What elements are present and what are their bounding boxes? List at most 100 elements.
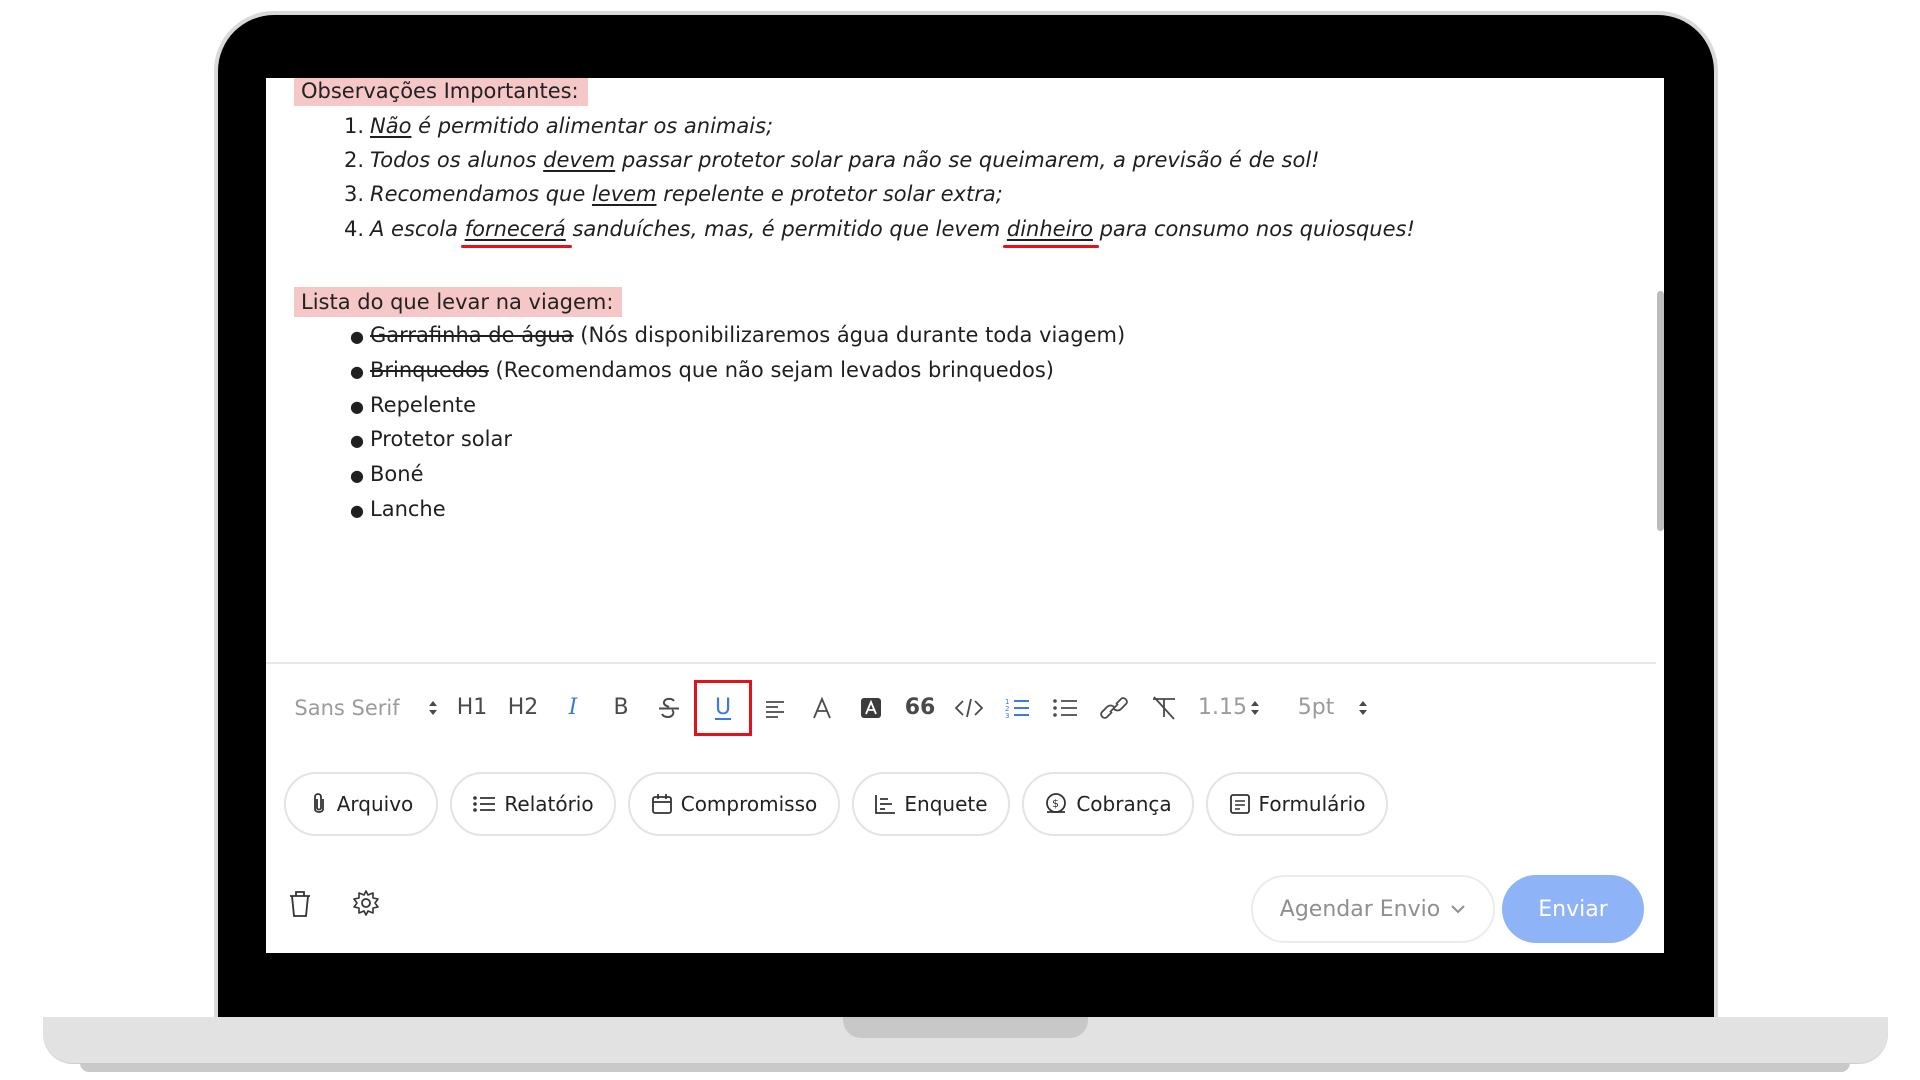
italic-button[interactable]: I [558, 685, 588, 731]
line-height-value: 1.15 [1198, 695, 1247, 720]
send-button[interactable]: Enviar [1502, 875, 1644, 943]
chip-label: Cobrança [1076, 792, 1172, 816]
list-number: 1. [343, 114, 364, 138]
text-color-button[interactable] [808, 685, 836, 731]
strikethrough-button[interactable] [654, 685, 684, 731]
clear-format-icon [1153, 696, 1175, 720]
schedule-send-button[interactable]: Agendar Envio [1251, 875, 1495, 943]
section-title-observacoes: Observações Importantes: [294, 78, 588, 106]
code-button[interactable] [952, 685, 986, 731]
heading-2-button[interactable]: H2 [504, 685, 542, 731]
settings-button[interactable] [352, 889, 382, 919]
ordered-list-icon: 123 [1005, 698, 1029, 720]
line-height-select[interactable]: 1.15 [1198, 685, 1247, 731]
list-item: 3. Recomendamos que levem repelente e pro… [336, 179, 1003, 209]
scrollbar[interactable] [1657, 291, 1664, 531]
bullet-icon: ● [350, 397, 364, 416]
spellcheck-word-dinheiro[interactable]: dinheiro [1007, 217, 1093, 241]
charge-button[interactable]: $ Cobrança [1022, 772, 1194, 836]
font-size-stepper[interactable] [1356, 685, 1370, 731]
list-text: Protetor solar [370, 427, 512, 451]
underlined-text: devem [543, 148, 616, 172]
align-button[interactable] [762, 685, 788, 731]
font-family-select[interactable]: Sans Serif [292, 685, 402, 731]
divider [266, 662, 1656, 664]
poll-button[interactable]: Enquete [852, 772, 1010, 836]
form-icon [1229, 794, 1250, 814]
list-number: 2. [343, 148, 364, 172]
calendar-icon [651, 794, 672, 814]
list-item: 1. Não é permitido alimentar os animais; [336, 111, 773, 141]
clear-format-button[interactable] [1146, 685, 1182, 731]
bullet-icon: ● [350, 501, 364, 520]
link-button[interactable] [1096, 685, 1132, 731]
svg-text:$: $ [1052, 797, 1059, 810]
code-icon [954, 698, 984, 718]
list-text: Lanche [370, 497, 446, 521]
document-content[interactable]: Observações Importantes: 1. Não é permiti… [266, 78, 1656, 662]
bullet-icon: ● [350, 466, 364, 485]
updown-icon [429, 701, 437, 715]
bullet-list-icon [1053, 699, 1077, 717]
gear-icon [353, 890, 379, 916]
schedule-label: Agendar Envio [1279, 896, 1441, 922]
quote-button[interactable]: 66 [902, 685, 938, 731]
chip-label: Relatório [504, 792, 594, 816]
list-text: sanduíches, mas, é permitido que levem [565, 217, 1007, 241]
background-color-icon [861, 698, 881, 718]
strikethrough-text: Garrafinha de água [370, 323, 574, 347]
svg-text:3: 3 [1005, 712, 1009, 720]
list-item: ● Garrafinha de água (Nós disponibilizare… [336, 320, 1125, 350]
editor-screen: Observações Importantes: 1. Não é permiti… [266, 78, 1664, 953]
font-size-select[interactable]: 5pt [1296, 685, 1336, 731]
heading-1-button[interactable]: H1 [454, 685, 490, 731]
paperclip-icon [313, 793, 324, 813]
laptop-notch [843, 1017, 1088, 1038]
send-label: Enviar [1538, 896, 1608, 922]
line-height-stepper[interactable] [1248, 685, 1262, 731]
bold-icon: B [613, 695, 629, 720]
delete-button[interactable] [286, 889, 316, 919]
strikethrough-text: Brinquedos [370, 358, 489, 382]
form-button[interactable]: Formulário [1206, 772, 1388, 836]
bullet-icon: ● [350, 431, 364, 450]
focus-highlight-box [694, 680, 752, 736]
list-number: 3. [343, 182, 364, 206]
attach-file-button[interactable]: Arquivo [284, 772, 438, 836]
quote-icon: 66 [904, 695, 936, 720]
bullet-icon: ● [350, 362, 364, 381]
chip-label: Formulário [1258, 792, 1366, 816]
list-text: repelente e protetor solar extra; [656, 182, 1003, 206]
bold-button[interactable]: B [606, 685, 636, 731]
list-text: (Nós disponibilizaremos água durante tod… [573, 323, 1126, 347]
poll-icon [875, 795, 896, 814]
italic-icon: I [568, 695, 578, 720]
font-family-stepper[interactable] [424, 685, 442, 731]
chip-label: Arquivo [336, 792, 414, 816]
list-text: Repelente [370, 393, 477, 417]
ordered-list-button[interactable]: 123 [1002, 685, 1032, 731]
h2-label: H2 [507, 695, 539, 720]
chip-label: Compromisso [680, 792, 818, 816]
appointment-button[interactable]: Compromisso [628, 772, 840, 836]
updown-icon [1359, 701, 1367, 715]
list-text: passar protetor solar para não se queima… [615, 148, 1320, 172]
list-item: ● Repelente [336, 390, 476, 420]
section-title-lista: Lista do que levar na viagem: [294, 287, 623, 317]
list-item: ● Boné [336, 459, 423, 489]
list-text: Todos os alunos [370, 148, 544, 172]
updown-icon [1251, 701, 1259, 715]
laptop-foot [80, 1063, 1850, 1072]
h1-label: H1 [456, 695, 488, 720]
list-item: 2. Todos os alunos devem passar protetor … [336, 145, 1320, 175]
list-text: Recomendamos que [370, 182, 592, 206]
report-button[interactable]: Relatório [450, 772, 616, 836]
bullet-list-button[interactable] [1050, 685, 1080, 731]
list-item: ● Protetor solar [336, 424, 512, 454]
spellcheck-word-fornecera[interactable]: fornecerá [465, 217, 566, 241]
background-color-button[interactable] [857, 685, 885, 731]
underlined-text: Não [370, 114, 412, 138]
bullet-icon: ● [350, 327, 364, 346]
font-family-value: Sans Serif [294, 696, 400, 720]
trash-icon [290, 891, 310, 917]
